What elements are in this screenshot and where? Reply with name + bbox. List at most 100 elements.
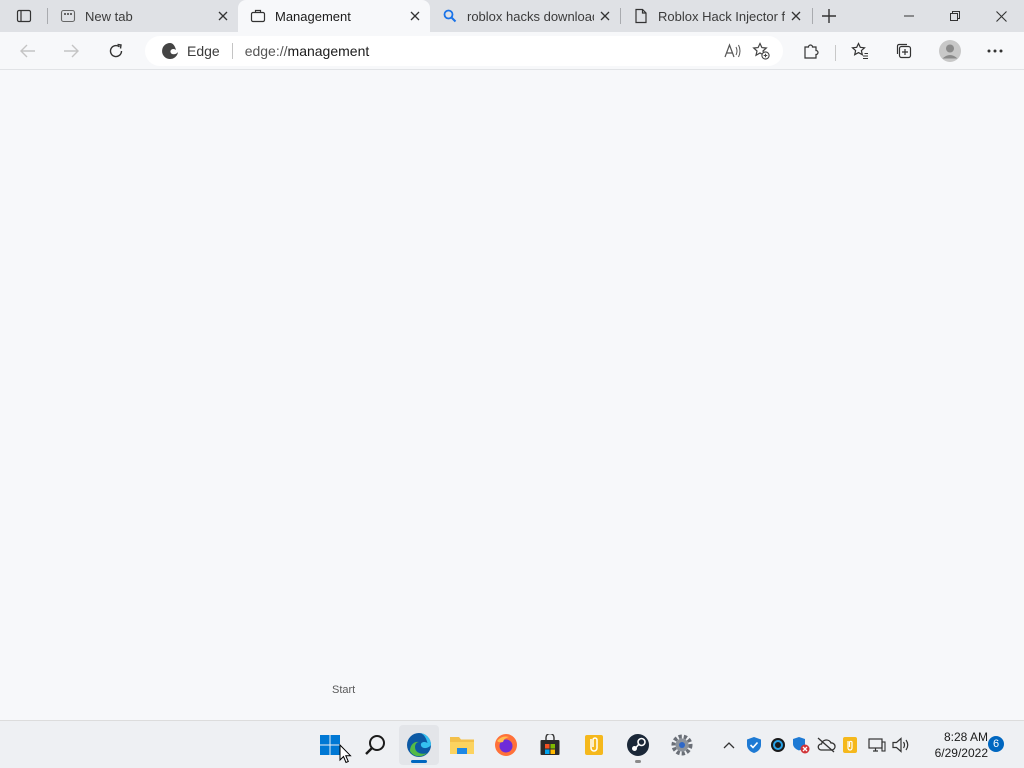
avatar-icon [939, 40, 961, 62]
restore-button[interactable] [932, 0, 978, 32]
tray-volume[interactable] [891, 735, 911, 755]
back-arrow-icon [20, 44, 35, 58]
address-divider [231, 43, 233, 59]
network-icon [868, 738, 886, 752]
read-aloud-icon [724, 43, 741, 58]
url-field[interactable]: edge://management [245, 43, 719, 59]
notification-count-badge[interactable]: 6 [988, 736, 1004, 752]
new-tab-button[interactable] [816, 4, 842, 28]
settings-and-more-button[interactable] [980, 37, 1010, 65]
tray-app-icon[interactable] [768, 735, 788, 755]
minimize-button[interactable] [886, 0, 932, 32]
close-tab-icon[interactable] [785, 5, 807, 27]
shield-icon [747, 737, 761, 753]
tab-title: New tab [85, 8, 133, 24]
close-tab-icon[interactable] [594, 5, 616, 27]
search-icon [365, 735, 385, 755]
collections-icon [896, 43, 912, 59]
edge-icon [161, 42, 179, 60]
page-content [0, 71, 1024, 720]
windows-logo-icon [320, 735, 340, 755]
close-icon [995, 10, 1007, 22]
clock-date: 6/29/2022 [934, 746, 988, 760]
tray-security-shield[interactable] [744, 735, 764, 755]
plus-icon [822, 9, 836, 23]
browser-toolbar: Edge edge://management [0, 32, 1024, 70]
add-favorite-button[interactable] [747, 37, 775, 65]
tab-title: roblox hacks download [467, 8, 594, 24]
steam-button[interactable] [618, 725, 658, 765]
briefcase-icon [250, 8, 266, 24]
tray-onedrive[interactable] [816, 735, 836, 755]
site-identity-label: Edge [187, 43, 220, 59]
firefox-button[interactable] [486, 725, 526, 765]
edge-taskbar-button[interactable] [399, 725, 439, 765]
notes-icon [843, 737, 857, 753]
tray-app-icon [771, 738, 785, 752]
forward-arrow-icon [64, 44, 79, 58]
toolbar-separator [835, 45, 836, 61]
tab-roblox-search[interactable]: roblox hacks download [430, 0, 620, 32]
tab-management[interactable]: Management [238, 0, 430, 32]
close-tab-icon[interactable] [212, 5, 234, 27]
search-button[interactable] [355, 725, 395, 765]
folder-icon [450, 737, 474, 754]
tray-defender-alert[interactable] [791, 735, 811, 755]
store-icon [540, 734, 560, 755]
notes-button[interactable] [574, 725, 614, 765]
read-aloud-button[interactable] [719, 37, 747, 65]
url-scheme: edge:// [244, 43, 288, 59]
tab-title: Management [275, 8, 351, 24]
cloud-off-icon [817, 737, 836, 753]
mouse-cursor-icon [339, 744, 352, 764]
document-icon [633, 8, 649, 24]
gear-icon [671, 734, 693, 756]
clock-time: 8:28 AM [943, 730, 988, 744]
shield-alert-icon [793, 737, 810, 754]
file-explorer-button[interactable] [442, 725, 482, 765]
refresh-icon [109, 43, 123, 58]
new-tab-page-icon [60, 8, 76, 24]
favorites-icon [851, 42, 868, 60]
edge-icon [407, 733, 431, 757]
tab-actions-menu[interactable] [8, 4, 40, 28]
search-icon [442, 8, 458, 24]
close-tab-icon[interactable] [404, 5, 426, 27]
refresh-button[interactable] [101, 37, 131, 65]
volume-icon [892, 737, 909, 753]
forward-button[interactable] [56, 37, 86, 65]
tab-strip: New tab Management roblox hacks download [0, 0, 1024, 32]
store-button[interactable] [530, 725, 570, 765]
firefox-icon [495, 734, 517, 756]
more-icon [987, 49, 1003, 53]
tray-notes-app[interactable] [840, 735, 860, 755]
active-app-indicator [411, 760, 427, 763]
puzzle-icon [804, 44, 819, 59]
back-button[interactable] [13, 37, 43, 65]
tray-network[interactable] [867, 735, 887, 755]
show-hidden-icons-button[interactable] [719, 735, 739, 755]
url-path: management [287, 43, 370, 59]
system-clock[interactable]: 8:28 AM 6/29/2022 [918, 729, 988, 761]
extensions-button[interactable] [796, 37, 826, 65]
close-window-button[interactable] [978, 0, 1024, 32]
tab-separator [812, 8, 813, 24]
tab-new-tab[interactable]: New tab [48, 0, 238, 32]
star-add-icon [752, 42, 770, 60]
minimize-icon [904, 15, 914, 17]
restore-icon [950, 11, 960, 21]
notes-icon [585, 735, 603, 755]
settings-button[interactable] [662, 725, 702, 765]
favorites-button[interactable] [845, 37, 875, 65]
running-app-indicator [635, 760, 641, 763]
profile-button[interactable] [935, 37, 965, 65]
chevron-up-icon [723, 742, 735, 749]
tab-roblox-injector[interactable]: Roblox Hack Injector fo [621, 0, 811, 32]
taskbar: 8:28 AM 6/29/2022 6 [0, 720, 1024, 768]
tab-title: Roblox Hack Injector fo [658, 8, 785, 24]
start-tooltip: Start [332, 684, 356, 696]
steam-icon [627, 734, 649, 756]
collections-button[interactable] [889, 37, 919, 65]
address-bar[interactable]: Edge edge://management [145, 36, 783, 66]
tab-actions-icon [16, 9, 32, 23]
